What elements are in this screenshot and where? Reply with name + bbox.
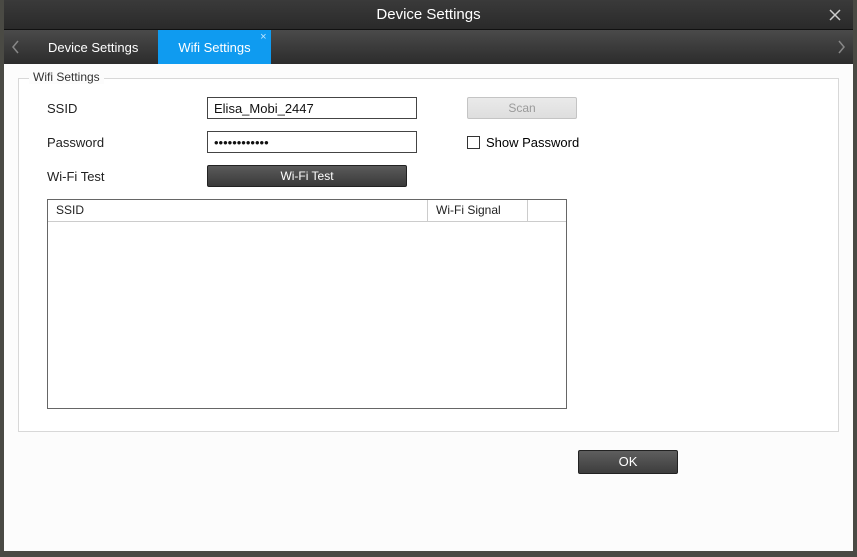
dialog-footer: OK xyxy=(18,450,839,474)
ok-button[interactable]: OK xyxy=(578,450,678,474)
dialog-body: Wifi Settings SSID Scan Password Show Pa… xyxy=(4,64,853,551)
chevron-left-icon xyxy=(12,40,20,54)
chevron-right-icon xyxy=(837,40,845,54)
table-body xyxy=(48,222,566,408)
dialog-title: Device Settings xyxy=(376,6,480,23)
tab-wifi-settings[interactable]: Wifi Settings × xyxy=(158,30,270,64)
column-header-ssid[interactable]: SSID xyxy=(48,200,428,221)
scan-button[interactable]: Scan xyxy=(467,97,577,119)
titlebar: Device Settings xyxy=(4,0,853,30)
wifi-network-table: SSID Wi-Fi Signal xyxy=(47,199,567,409)
tab-nav-prev[interactable] xyxy=(4,30,28,64)
row-password: Password Show Password xyxy=(47,131,810,153)
tab-nav-next[interactable] xyxy=(829,30,853,64)
column-header-spacer xyxy=(528,200,566,221)
label-ssid: SSID xyxy=(47,101,207,116)
show-password-checkbox[interactable] xyxy=(467,136,480,149)
close-button[interactable] xyxy=(817,0,853,30)
row-wifi-test: Wi-Fi Test Wi-Fi Test xyxy=(47,165,810,187)
close-icon xyxy=(829,9,841,21)
label-password: Password xyxy=(47,135,207,150)
tab-close-icon[interactable]: × xyxy=(260,32,266,43)
label-wifi-test: Wi-Fi Test xyxy=(47,169,207,184)
tab-label: Device Settings xyxy=(48,40,138,55)
wifi-test-button[interactable]: Wi-Fi Test xyxy=(207,165,407,187)
tab-label: Wifi Settings xyxy=(178,40,250,55)
show-password-label: Show Password xyxy=(486,135,579,150)
table-header: SSID Wi-Fi Signal xyxy=(48,200,566,222)
tab-device-settings[interactable]: Device Settings xyxy=(28,30,158,64)
tab-strip: Device Settings Wifi Settings × xyxy=(4,30,853,64)
password-input[interactable] xyxy=(207,131,417,153)
wifi-settings-fieldset: Wifi Settings SSID Scan Password Show Pa… xyxy=(18,78,839,432)
ssid-input[interactable] xyxy=(207,97,417,119)
column-header-signal[interactable]: Wi-Fi Signal xyxy=(428,200,528,221)
device-settings-dialog: Device Settings Device Settings Wifi Set… xyxy=(4,0,853,551)
row-ssid: SSID Scan xyxy=(47,97,810,119)
fieldset-legend: Wifi Settings xyxy=(29,70,104,84)
